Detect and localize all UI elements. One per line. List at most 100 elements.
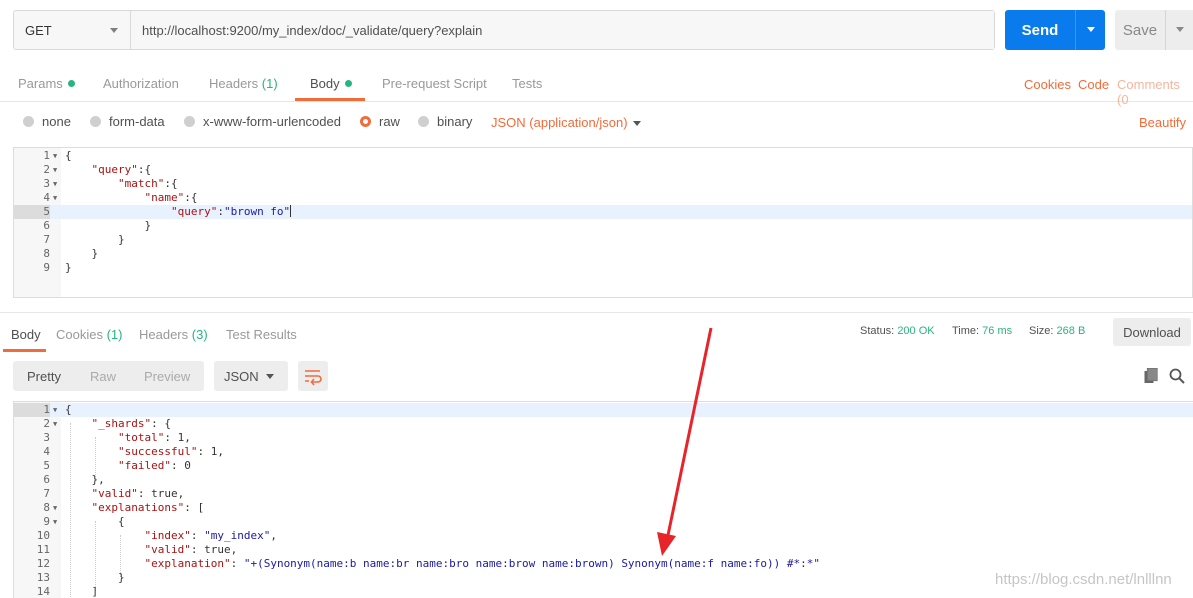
size-label: Size: xyxy=(1029,325,1054,337)
body-type-options: none form-data x-www-form-urlencoded raw… xyxy=(0,108,1193,138)
code-text: } xyxy=(65,233,125,246)
response-code-line: 12 "explanation": "+(Synonym(name:b name… xyxy=(14,557,1193,571)
line-number: 2 xyxy=(43,417,50,430)
fold-toggle-icon[interactable]: ▼ xyxy=(53,191,57,205)
response-code-line: 11 "valid": true, xyxy=(14,543,1193,557)
code-text: "successful": 1, xyxy=(117,445,224,458)
tab-headers[interactable]: Headers (1) xyxy=(209,76,278,91)
send-label: Send xyxy=(1021,21,1059,39)
code-text: "total": 1, xyxy=(117,431,191,444)
line-number: 1 xyxy=(14,403,50,417)
code-text: "valid": true, xyxy=(144,543,238,556)
save-options-button[interactable] xyxy=(1165,10,1193,50)
radio-none-label: none xyxy=(42,114,71,129)
view-mode-group: Pretty Raw Preview xyxy=(13,361,204,391)
chevron-down-icon[interactable] xyxy=(633,121,641,126)
body-dot-icon xyxy=(344,80,352,87)
save-label: Save xyxy=(1122,21,1158,39)
request-code-line: 5 "query":"brown fo" xyxy=(14,205,1192,219)
search-icon[interactable] xyxy=(1169,368,1185,384)
chevron-down-icon xyxy=(1176,27,1184,32)
line-number: 6 xyxy=(43,473,50,486)
response-code-line: 7 "valid": true, xyxy=(14,487,1193,501)
request-code-line: 8 } xyxy=(14,247,1192,261)
url-input[interactable]: http://localhost:9200/my_index/doc/_vali… xyxy=(131,11,994,49)
resp-tab-cookies[interactable]: Cookies (1) xyxy=(56,327,122,342)
tab-body[interactable]: Body xyxy=(310,76,352,91)
code-text: "index": "my_index", xyxy=(144,529,277,542)
response-code-line: 3 "total": 1, xyxy=(14,431,1193,445)
response-code-line: 5 "failed": 0 xyxy=(14,459,1193,473)
send-options-button[interactable] xyxy=(1075,10,1105,50)
line-number: 12 xyxy=(36,557,50,570)
response-code-line: 9 ▼ { xyxy=(14,515,1193,529)
line-number: 9 xyxy=(43,515,50,528)
view-preview-button[interactable]: Preview xyxy=(144,369,190,384)
radio-circle-icon xyxy=(184,116,195,127)
fold-toggle-icon[interactable]: ▼ xyxy=(53,515,57,529)
tab-tests[interactable]: Tests xyxy=(512,76,542,91)
fold-toggle-icon[interactable]: ▼ xyxy=(53,149,57,163)
radio-raw-label: raw xyxy=(379,114,400,129)
view-raw-button[interactable]: Raw xyxy=(90,369,116,384)
tab-params-label: Params xyxy=(18,76,63,91)
line-number: 8 xyxy=(43,501,50,514)
radio-none[interactable]: none xyxy=(23,114,71,129)
radio-urlencoded[interactable]: x-www-form-urlencoded xyxy=(184,114,341,129)
radio-raw[interactable]: raw xyxy=(360,114,400,129)
request-tabs: Params Authorization Headers (1) Body Pr… xyxy=(0,64,1193,107)
headers-count-badge: (1) xyxy=(261,76,278,91)
request-code-line: 9} xyxy=(14,261,1192,275)
comments-link[interactable]: Comments (0 xyxy=(1117,77,1193,107)
resp-tab-headers-label: Headers xyxy=(139,327,189,342)
size-value: 268 B xyxy=(1056,325,1086,337)
cookies-link[interactable]: Cookies xyxy=(1024,77,1071,92)
code-text: { xyxy=(65,149,72,162)
chevron-down-icon xyxy=(1087,27,1095,32)
download-button[interactable]: Download xyxy=(1113,318,1191,346)
content-type-select[interactable]: JSON (application/json) xyxy=(491,115,628,130)
fold-toggle-icon[interactable]: ▼ xyxy=(53,417,57,431)
response-code-line: 2 ▼ "_shards": { xyxy=(14,417,1193,431)
code-text: } xyxy=(65,247,99,260)
tab-body-label: Body xyxy=(310,76,340,91)
resp-tab-body[interactable]: Body xyxy=(11,327,41,342)
line-number: 14 xyxy=(36,585,50,598)
fold-toggle-icon[interactable]: ▼ xyxy=(53,501,57,515)
radio-circle-icon xyxy=(23,116,34,127)
line-number: 10 xyxy=(36,529,50,542)
radio-form-data[interactable]: form-data xyxy=(90,114,165,129)
time-value: 76 ms xyxy=(982,325,1013,337)
code-text: "name":{ xyxy=(144,191,198,204)
radio-circle-icon xyxy=(418,116,429,127)
fold-toggle-icon[interactable]: ▼ xyxy=(53,403,57,417)
format-select[interactable]: JSON xyxy=(214,361,288,391)
save-button[interactable]: Save xyxy=(1115,10,1193,50)
send-button[interactable]: Send xyxy=(1005,10,1105,50)
resp-tab-headers[interactable]: Headers (3) xyxy=(139,327,208,342)
code-text: "valid": true, xyxy=(91,487,185,500)
request-body-editor[interactable]: 1 ▼{2 ▼ "query":{3 ▼ "match":{4 ▼ "name":{5 … xyxy=(13,147,1193,298)
resp-tab-test-results[interactable]: Test Results xyxy=(226,327,297,342)
fold-toggle-icon[interactable]: ▼ xyxy=(53,177,57,191)
format-value: JSON xyxy=(224,368,259,384)
chevron-down-icon xyxy=(266,374,274,379)
method-select[interactable]: GET xyxy=(14,11,131,49)
tab-params[interactable]: Params xyxy=(18,76,75,91)
radio-binary[interactable]: binary xyxy=(418,114,472,129)
wrap-lines-button[interactable] xyxy=(298,361,328,391)
beautify-link[interactable]: Beautify xyxy=(1139,115,1186,130)
code-link[interactable]: Code xyxy=(1078,77,1109,92)
copy-icon[interactable] xyxy=(1144,368,1158,384)
fold-toggle-icon[interactable]: ▼ xyxy=(53,163,57,177)
request-code-line: 3 ▼ "match":{ xyxy=(14,177,1192,191)
line-number: 1 xyxy=(43,149,50,162)
resp-tab-cookies-label: Cookies xyxy=(56,327,103,342)
response-body-viewer[interactable]: 1 ▼{2 ▼ "_shards": {3 "total": 1, 4 "succes… xyxy=(13,401,1193,598)
resp-headers-count-badge: (3) xyxy=(191,327,208,342)
line-number: 3 xyxy=(43,431,50,444)
view-pretty-button[interactable]: Pretty xyxy=(27,369,61,384)
tab-authorization[interactable]: Authorization xyxy=(103,76,179,91)
method-value: GET xyxy=(25,22,52,38)
tab-prerequest-script[interactable]: Pre-request Script xyxy=(382,76,487,91)
